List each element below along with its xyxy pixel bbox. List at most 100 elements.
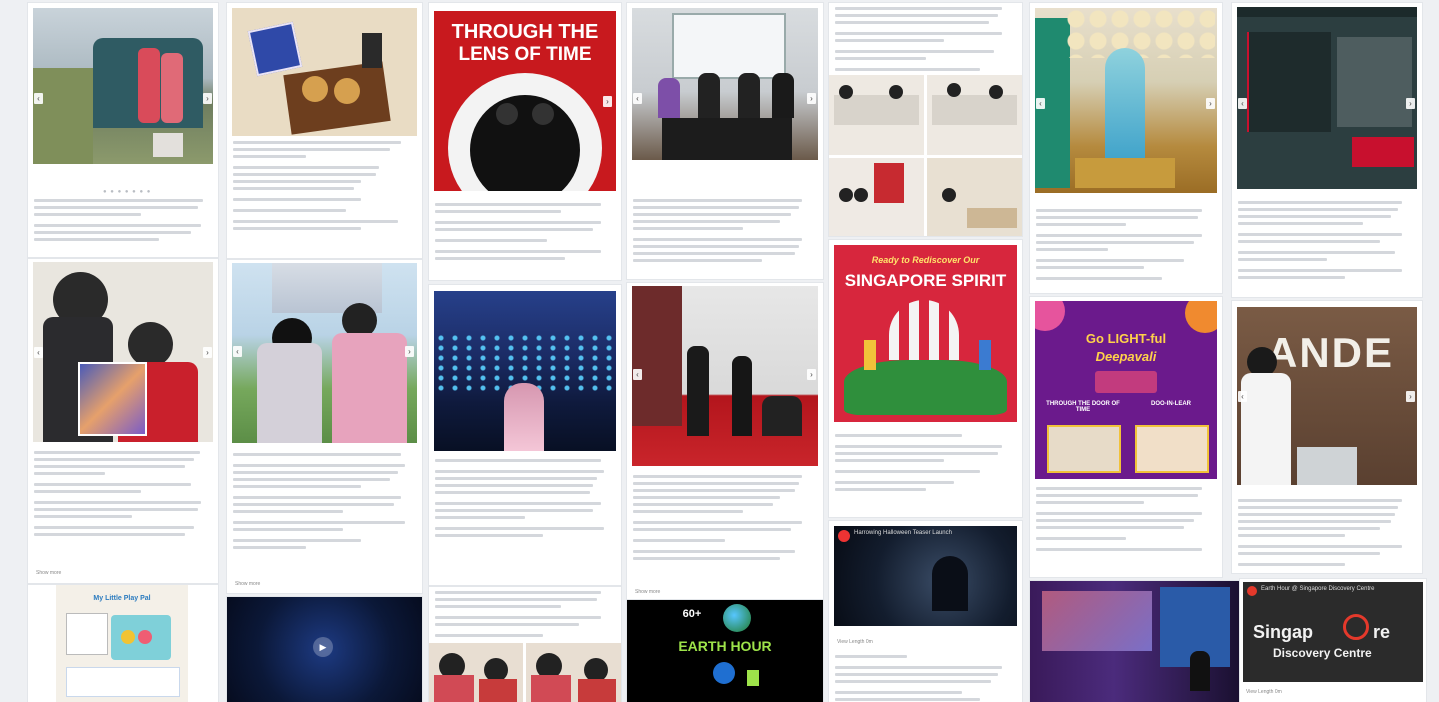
carousel-prev-button[interactable]: ‹ bbox=[633, 93, 642, 104]
post-card-mooncake[interactable] bbox=[227, 3, 422, 258]
post-image-deepavali: Go LIGHT-ful Deepavali THROUGH THE DOOR … bbox=[1035, 301, 1217, 479]
post-caption bbox=[835, 7, 1016, 75]
post-caption bbox=[835, 434, 1016, 495]
post-card-speaker[interactable]: ANDE ‹ › bbox=[1232, 301, 1422, 573]
play-icon[interactable]: ▶ bbox=[313, 637, 333, 657]
post-card-workshop-grid[interactable] bbox=[829, 3, 1022, 236]
earth-hour-sdc-brand-1: Singap bbox=[1253, 622, 1314, 642]
post-card-red-carpet[interactable]: ‹ › Show more bbox=[627, 283, 823, 601]
post-card-lights-night[interactable] bbox=[429, 285, 621, 585]
post-caption bbox=[34, 451, 212, 540]
post-card-lens-of-time[interactable]: THROUGH THE LENS OF TIME › bbox=[429, 3, 621, 280]
post-card-stage-photo[interactable] bbox=[1030, 581, 1240, 702]
carousel-next-button[interactable]: › bbox=[807, 369, 816, 380]
post-card-mural[interactable]: ‹ › Show more bbox=[227, 260, 422, 593]
speaker-backdrop-text: ANDE bbox=[1267, 329, 1395, 376]
carousel-next-button[interactable]: › bbox=[1406, 391, 1415, 402]
carousel-prev-button[interactable]: ‹ bbox=[34, 347, 43, 358]
post-card-halloween-video[interactable]: Harrowing Halloween Teaser Launch View L… bbox=[829, 521, 1022, 702]
post-caption bbox=[233, 453, 416, 553]
carousel-next-button[interactable]: › bbox=[603, 96, 612, 107]
post-caption bbox=[633, 475, 817, 564]
video-thumbnail[interactable]: ▶ bbox=[227, 597, 422, 702]
post-card-my-little-play-pal[interactable]: My Little Play Pal bbox=[28, 585, 218, 702]
halloween-video-header: Harrowing Halloween Teaser Launch bbox=[854, 530, 952, 536]
carousel-prev-button[interactable]: ‹ bbox=[1238, 391, 1247, 402]
post-photo-lights-night bbox=[434, 291, 616, 451]
carousel-next-button[interactable]: › bbox=[203, 347, 212, 358]
post-caption bbox=[435, 591, 615, 641]
post-photo-workshop-4 bbox=[927, 158, 1022, 236]
post-image-play-pal: My Little Play Pal bbox=[56, 585, 188, 702]
post-card-family[interactable]: ‹ › Show more bbox=[28, 259, 218, 583]
post-image-haunted-house bbox=[1237, 7, 1417, 189]
earth-hour-title: EARTH HOUR bbox=[678, 638, 772, 654]
play-pal-title: My Little Play Pal bbox=[93, 595, 151, 602]
show-more-link[interactable]: Show more bbox=[235, 581, 260, 587]
post-caption bbox=[1238, 499, 1416, 570]
post-photo-workshop-2 bbox=[927, 75, 1022, 155]
post-card-video-dark[interactable]: ▶ bbox=[227, 597, 422, 702]
view-length-label: View Length 0m bbox=[837, 639, 873, 645]
post-photo-camping bbox=[33, 8, 213, 164]
post-photo-speaker: ANDE bbox=[1237, 307, 1417, 485]
deepavali-title-line2: Deepavali bbox=[1095, 349, 1157, 364]
post-image-singapore-spirit: Ready to Rediscover Our SINGAPORE SPIRIT bbox=[834, 245, 1017, 422]
carousel-prev-button[interactable]: ‹ bbox=[34, 93, 43, 104]
post-caption bbox=[633, 199, 817, 266]
post-caption bbox=[1036, 209, 1216, 284]
post-photo-paper-forest bbox=[1035, 8, 1217, 193]
show-more-link[interactable]: Show more bbox=[635, 589, 660, 595]
post-image-lens-of-time: THROUGH THE LENS OF TIME bbox=[434, 11, 616, 191]
spirit-title-line1: Ready to Rediscover Our bbox=[871, 255, 980, 265]
post-caption bbox=[1238, 201, 1416, 283]
post-photo-workshop-1 bbox=[829, 75, 924, 155]
deepavali-title-line1: Go LIGHT-ful bbox=[1085, 331, 1167, 346]
post-card-craft[interactable] bbox=[429, 587, 621, 702]
video-thumbnail-earth-hour-sdc[interactable]: Earth Hour @ Singapore Discovery Centre … bbox=[1243, 582, 1423, 682]
carousel-dots: ● ● ● ● ● ● ● bbox=[103, 189, 152, 195]
post-caption bbox=[435, 459, 615, 541]
carousel-prev-button[interactable]: ‹ bbox=[1036, 98, 1045, 109]
earth-hour-sdc-header: Earth Hour @ Singapore Discovery Centre bbox=[1261, 586, 1375, 592]
carousel-prev-button[interactable]: ‹ bbox=[1238, 98, 1247, 109]
carousel-next-button[interactable]: › bbox=[807, 93, 816, 104]
post-photo-family bbox=[33, 262, 213, 442]
post-card-deepavali[interactable]: Go LIGHT-ful Deepavali THROUGH THE DOOR … bbox=[1030, 297, 1222, 577]
post-photo-mooncake bbox=[232, 8, 417, 136]
post-photo-mural bbox=[232, 263, 417, 443]
post-card-earth-hour[interactable]: 60+ EARTH HOUR bbox=[627, 600, 823, 702]
post-photo-red-carpet bbox=[632, 286, 818, 466]
post-card-camping[interactable]: ‹ › ● ● ● ● ● ● ● bbox=[28, 3, 218, 257]
post-caption bbox=[233, 141, 416, 234]
carousel-prev-button[interactable]: ‹ bbox=[633, 369, 642, 380]
deepavali-cta-2: DOO-IN-LEAR bbox=[1151, 401, 1191, 407]
show-more-link[interactable]: Show more bbox=[36, 570, 61, 576]
post-photo-craft-1 bbox=[429, 643, 523, 702]
post-card-paper-forest[interactable]: ‹ › bbox=[1030, 3, 1222, 293]
post-card-haunted-house[interactable]: ‹ › bbox=[1232, 3, 1422, 297]
deepavali-cta-1: THROUGH THE DOOR OF TIME bbox=[1046, 401, 1120, 413]
post-photo-workshop-3 bbox=[829, 158, 924, 236]
post-image-earth-hour: 60+ EARTH HOUR bbox=[627, 600, 823, 702]
carousel-next-button[interactable]: › bbox=[1206, 98, 1215, 109]
post-caption bbox=[835, 655, 1016, 702]
earth-hour-sdc-brand-3: Discovery Centre bbox=[1273, 646, 1372, 660]
post-photo-craft-2 bbox=[526, 643, 621, 702]
carousel-prev-button[interactable]: ‹ bbox=[233, 346, 242, 357]
video-thumbnail-halloween[interactable]: Harrowing Halloween Teaser Launch bbox=[834, 526, 1017, 626]
spirit-title-line2: SINGAPORE SPIRIT bbox=[844, 271, 1007, 290]
post-caption bbox=[34, 199, 212, 245]
post-card-earth-hour-sdc[interactable]: Earth Hour @ Singapore Discovery Centre … bbox=[1240, 579, 1426, 702]
earth-hour-badge: 60+ bbox=[682, 608, 702, 620]
post-caption bbox=[1036, 487, 1216, 555]
post-card-mou-signing[interactable]: ‹ › bbox=[627, 3, 823, 279]
carousel-next-button[interactable]: › bbox=[405, 346, 414, 357]
lens-title-line1: THROUGH THE bbox=[451, 21, 599, 43]
lens-title-line2: LENS OF TIME bbox=[458, 44, 592, 65]
carousel-next-button[interactable]: › bbox=[1406, 98, 1415, 109]
carousel-next-button[interactable]: › bbox=[203, 93, 212, 104]
post-caption bbox=[435, 203, 615, 264]
post-card-singapore-spirit[interactable]: Ready to Rediscover Our SINGAPORE SPIRIT bbox=[829, 240, 1022, 517]
post-photo-mou-signing bbox=[632, 8, 818, 160]
